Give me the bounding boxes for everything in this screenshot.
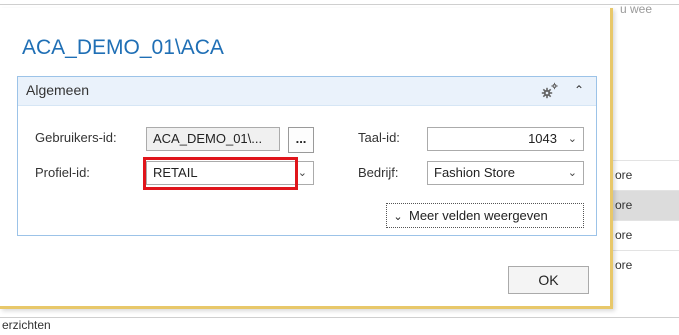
user-settings-dialog: ACA_DEMO_01\ACA Algemeen ⌃ Gebruikers-id… xyxy=(0,8,613,309)
company-label: Bedrijf: xyxy=(358,165,399,180)
show-more-fields-label: Meer velden weergeven xyxy=(409,208,548,223)
list-item[interactable]: ore xyxy=(612,250,679,280)
background-top-text: u wee xyxy=(620,2,653,16)
chevron-down-icon[interactable]: ⌄ xyxy=(568,128,577,150)
language-id-value: 1043 xyxy=(528,131,557,146)
list-item[interactable]: ore xyxy=(612,190,679,220)
user-id-field[interactable]: ACA_DEMO_01\... xyxy=(146,127,280,151)
fasttab-header[interactable]: Algemeen ⌃ xyxy=(18,77,596,106)
user-id-lookup-button[interactable]: ... xyxy=(288,127,314,153)
chevron-down-icon: ⌄ xyxy=(393,211,403,223)
chevron-up-icon[interactable]: ⌃ xyxy=(574,83,584,97)
fasttab-general: Algemeen ⌃ Gebruikers-id: ACA_DEMO_01\..… xyxy=(17,76,597,236)
user-id-label: Gebruikers-id: xyxy=(35,130,117,145)
list-item[interactable]: ore xyxy=(612,220,679,250)
background-bottom-text[interactable]: erzichten xyxy=(2,318,51,332)
settings-gear-icon[interactable] xyxy=(540,81,560,101)
background-list: ore ore ore ore xyxy=(612,160,679,280)
show-more-fields-button[interactable]: ⌄ Meer velden weergeven xyxy=(386,203,584,228)
language-id-label: Taal-id: xyxy=(358,130,400,145)
background-bottom-bar xyxy=(0,317,679,335)
company-field[interactable]: Fashion Store ⌄ xyxy=(427,161,584,185)
company-value: Fashion Store xyxy=(434,165,515,180)
fasttab-title: Algemeen xyxy=(26,82,90,98)
chevron-down-icon[interactable]: ⌄ xyxy=(298,162,307,184)
background-top-divider xyxy=(0,4,679,5)
language-id-field[interactable]: 1043 ⌄ xyxy=(427,127,584,151)
list-item[interactable]: ore xyxy=(612,160,679,190)
dialog-title: ACA_DEMO_01\ACA xyxy=(22,36,224,59)
chevron-down-icon[interactable]: ⌄ xyxy=(568,162,577,184)
highlight-box xyxy=(143,157,298,190)
ok-button[interactable]: OK xyxy=(508,266,589,294)
profile-id-label: Profiel-id: xyxy=(35,165,90,180)
